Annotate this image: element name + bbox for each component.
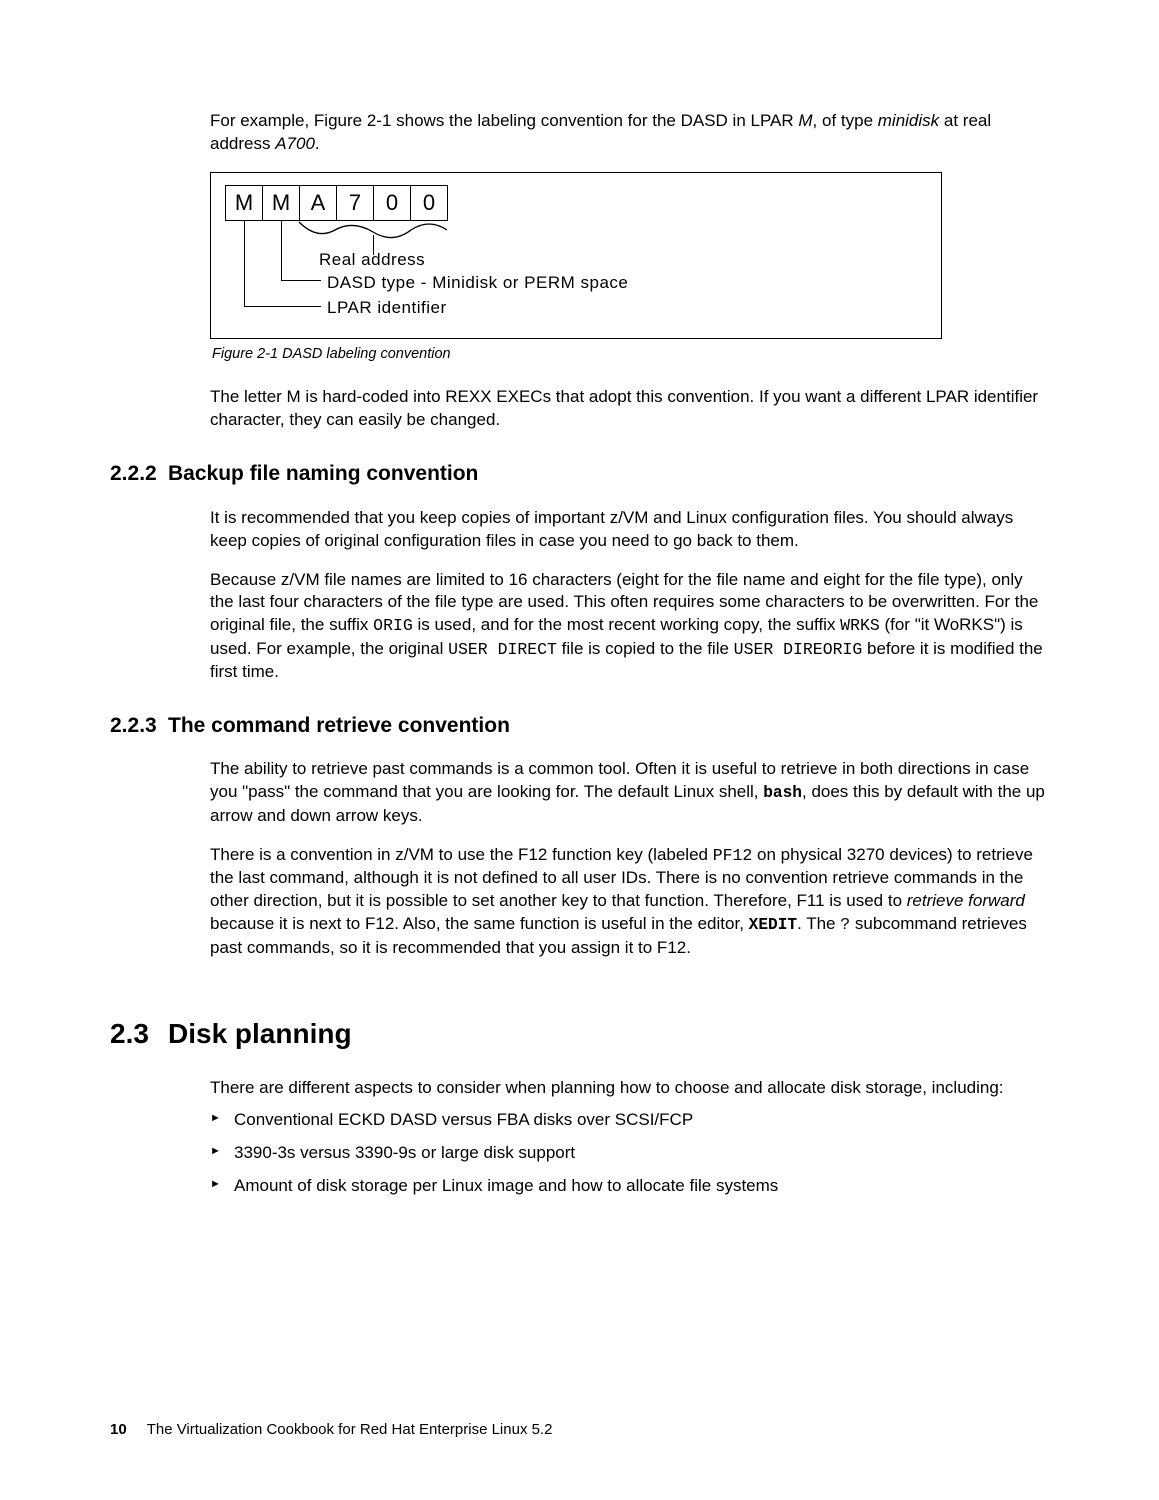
section-2-3-body: There are different aspects to consider … (210, 1077, 1049, 1199)
document-page: For example, Figure 2-1 shows the labeli… (0, 0, 1159, 1500)
heading-text: Disk planning (168, 1018, 352, 1049)
cell: M (226, 186, 263, 220)
text: because it is next to F12. Also, the sam… (210, 914, 749, 933)
figure-label-type: DASD type - Minidisk or PERM space (327, 272, 628, 295)
paragraph: There is a convention in z/VM to use the… (210, 844, 1049, 960)
connector (281, 220, 282, 280)
figure-2-1: M M A 7 0 0 Real address DASD type - Min… (210, 172, 942, 339)
cell: 0 (374, 186, 411, 220)
connector (244, 220, 245, 306)
text: . The (797, 914, 840, 933)
label-cells: M M A 7 0 0 (225, 185, 448, 221)
list-item: 3390-3s versus 3390-9s or large disk sup… (210, 1142, 1049, 1165)
inline-code: USER DIRECT (448, 640, 557, 659)
figure-caption: Figure 2-1 DASD labeling convention (212, 345, 1049, 365)
type-var: minidisk (878, 111, 939, 130)
text: , of type (813, 111, 878, 130)
text: There is a convention in z/VM to use the… (210, 845, 713, 864)
inline-code: ORIG (373, 616, 413, 635)
figure-label-real: Real address (319, 249, 425, 272)
inline-code: bash (763, 784, 802, 802)
heading-2-3: 2.3Disk planning (110, 1015, 1049, 1053)
heading-text: Backup file naming convention (168, 462, 478, 485)
text: file is copied to the file (557, 639, 734, 658)
intro-block: For example, Figure 2-1 shows the labeli… (210, 110, 1049, 432)
paragraph: There are different aspects to consider … (210, 1077, 1049, 1100)
text: is used, and for the most recent working… (413, 615, 840, 634)
heading-2-2-3: 2.2.3The command retrieve convention (110, 712, 1049, 740)
book-title: The Virtualization Cookbook for Red Hat … (147, 1421, 553, 1438)
paragraph: The ability to retrieve past commands is… (210, 758, 1049, 828)
heading-text: The command retrieve convention (168, 714, 510, 737)
cell: 7 (337, 186, 374, 220)
heading-number: 2.2.3 (110, 712, 168, 740)
bullet-list: Conventional ECKD DASD versus FBA disks … (210, 1109, 1049, 1198)
text: . (315, 134, 320, 153)
inline-code: USER DIREORIG (734, 640, 863, 659)
paragraph: Because z/VM file names are limited to 1… (210, 569, 1049, 684)
heading-number: 2.2.2 (110, 460, 168, 488)
section-2-2-2-body: It is recommended that you keep copies o… (210, 507, 1049, 684)
connector (281, 280, 321, 281)
page-number: 10 (110, 1421, 127, 1438)
cell: 0 (411, 186, 447, 220)
intro-paragraph: For example, Figure 2-1 shows the labeli… (210, 110, 1049, 156)
inline-code: XEDIT (749, 916, 797, 934)
figure-label-lpar: LPAR identifier (327, 297, 447, 320)
cell: M (263, 186, 300, 220)
heading-2-2-2: 2.2.2Backup file naming convention (110, 460, 1049, 488)
addr-var: A700 (275, 134, 315, 153)
inline-code: WRKS (840, 616, 880, 635)
inline-code: PF12 (713, 846, 753, 865)
heading-number: 2.3 (110, 1015, 168, 1053)
list-item: Amount of disk storage per Linux image a… (210, 1175, 1049, 1198)
cell: A (300, 186, 337, 220)
italic-term: retrieve forward (907, 891, 1025, 910)
after-figure-paragraph: The letter M is hard-coded into REXX EXE… (210, 386, 1049, 432)
lpar-var: M (798, 111, 812, 130)
connector (244, 306, 321, 307)
text: For example, Figure 2-1 shows the labeli… (210, 111, 798, 130)
list-item: Conventional ECKD DASD versus FBA disks … (210, 1109, 1049, 1132)
page-footer: 10 The Virtualization Cookbook for Red Ha… (110, 1420, 552, 1440)
paragraph: It is recommended that you keep copies o… (210, 507, 1049, 553)
section-2-2-3-body: The ability to retrieve past commands is… (210, 758, 1049, 960)
inline-code: ? (840, 915, 850, 934)
